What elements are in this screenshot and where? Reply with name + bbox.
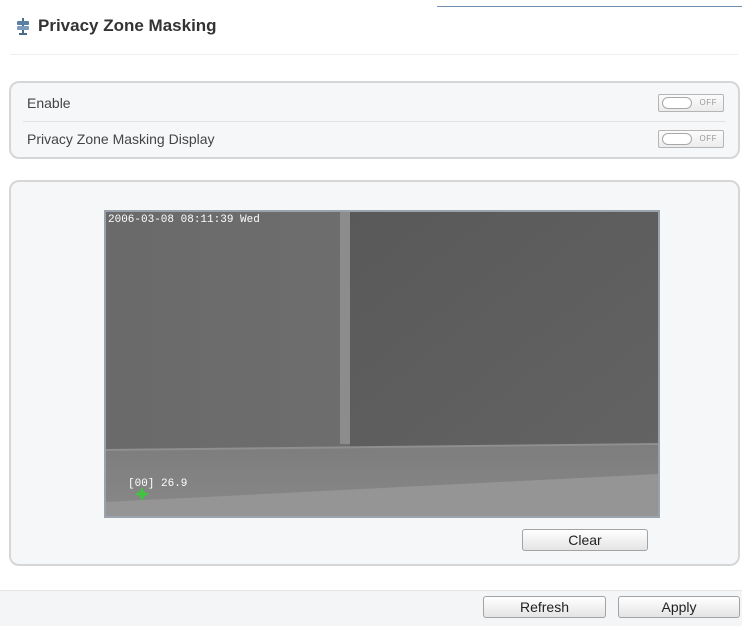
- toggle-state-text: OFF: [699, 134, 717, 143]
- refresh-button[interactable]: Refresh: [483, 596, 606, 618]
- header-accent-line: [437, 6, 742, 7]
- privacy-sign-icon: [14, 17, 32, 35]
- enable-row: Enable OFF: [11, 85, 738, 122]
- apply-button[interactable]: Apply: [618, 596, 740, 618]
- toggle-knob: [662, 133, 692, 145]
- enable-toggle[interactable]: OFF: [658, 94, 724, 112]
- page-header: Privacy Zone Masking: [14, 12, 217, 40]
- toggle-knob: [662, 97, 692, 109]
- page-title: Privacy Zone Masking: [38, 16, 217, 35]
- masking-display-label: Privacy Zone Masking Display: [27, 131, 215, 147]
- crosshair-marker-icon: [136, 488, 148, 500]
- masking-display-toggle[interactable]: OFF: [658, 130, 724, 148]
- header-divider: [10, 54, 738, 55]
- settings-panel: Enable OFF Privacy Zone Masking Display …: [9, 81, 740, 159]
- osd-timestamp: 2006-03-08 08:11:39 Wed: [108, 214, 260, 226]
- video-preview[interactable]: 2006-03-08 08:11:39 Wed [00] 26.9: [104, 210, 660, 518]
- toggle-state-text: OFF: [699, 98, 717, 107]
- video-scene: [106, 212, 658, 516]
- enable-label: Enable: [27, 95, 71, 111]
- clear-button[interactable]: Clear: [522, 529, 648, 551]
- masking-display-row: Privacy Zone Masking Display OFF: [11, 121, 738, 157]
